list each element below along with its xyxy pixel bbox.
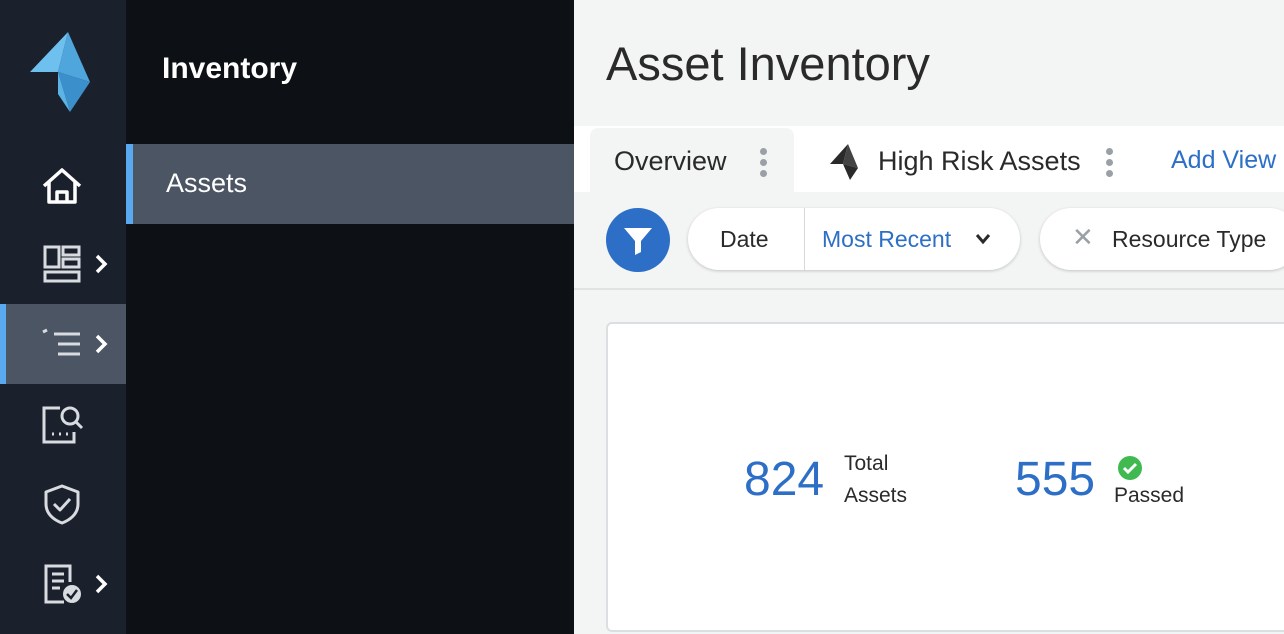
nav-home[interactable] — [0, 146, 126, 226]
subnav-title: Inventory — [162, 52, 298, 85]
search-findings-icon — [42, 406, 84, 444]
add-view-link[interactable]: Add View — [1171, 146, 1276, 175]
main-content: Asset Inventory Overview High Risk Asset… — [574, 0, 1284, 634]
date-filter-label: Date — [720, 226, 769, 252]
summary-card: 824 Total Assets 555 Passed — [606, 322, 1284, 632]
tab-menu-icon[interactable] — [1106, 148, 1114, 178]
page-title: Asset Inventory — [606, 37, 930, 90]
chevron-down-icon[interactable] — [974, 232, 992, 246]
tab-high-risk-assets[interactable]: High Risk Assets — [814, 126, 1134, 192]
subnav-item-label: Assets — [166, 168, 248, 198]
tab-overview[interactable]: Overview — [590, 128, 794, 194]
divider — [804, 208, 805, 270]
date-filter-value[interactable]: Most Recent — [822, 226, 951, 253]
nav-findings[interactable] — [0, 384, 126, 464]
nav-reports[interactable] — [0, 544, 126, 624]
total-assets-label-line2: Assets — [844, 484, 908, 507]
filter-button[interactable] — [606, 208, 670, 272]
total-assets-label-line1: Total — [844, 452, 889, 475]
brand-icon — [830, 144, 858, 180]
filter-bar: Date Most Recent ✕ Resource Type — [574, 192, 1284, 290]
tab-menu-icon[interactable] — [760, 148, 768, 178]
brand-logo[interactable] — [28, 30, 92, 114]
passed-label: Passed — [1114, 484, 1185, 507]
icon-rail — [0, 0, 126, 634]
passed-value: 555 — [1015, 453, 1096, 506]
funnel-icon — [624, 228, 652, 255]
inventory-list-icon — [42, 328, 80, 356]
resource-type-filter[interactable]: ✕ Resource Type — [1040, 208, 1284, 270]
total-assets-value: 824 — [744, 453, 825, 506]
report-check-icon — [44, 564, 81, 604]
shield-check-icon — [44, 484, 80, 525]
date-filter[interactable]: Date Most Recent — [688, 208, 1020, 270]
subnav-item-assets[interactable]: Assets — [126, 144, 574, 224]
tab-label: High Risk Assets — [878, 146, 1081, 176]
chevron-right-icon — [95, 334, 108, 354]
home-icon — [42, 168, 82, 204]
resource-type-label: Resource Type — [1112, 226, 1267, 252]
close-icon[interactable]: ✕ — [1072, 222, 1094, 253]
nav-compliance[interactable] — [0, 464, 126, 544]
check-circle-icon — [1118, 456, 1142, 480]
nav-inventory[interactable] — [0, 304, 126, 384]
secondary-nav: Inventory Assets — [126, 0, 574, 634]
dashboard-icon — [43, 245, 81, 283]
chevron-right-icon — [95, 574, 108, 594]
nav-dashboards[interactable] — [0, 224, 126, 304]
chevron-right-icon — [95, 254, 108, 274]
tab-label: Overview — [614, 146, 727, 176]
